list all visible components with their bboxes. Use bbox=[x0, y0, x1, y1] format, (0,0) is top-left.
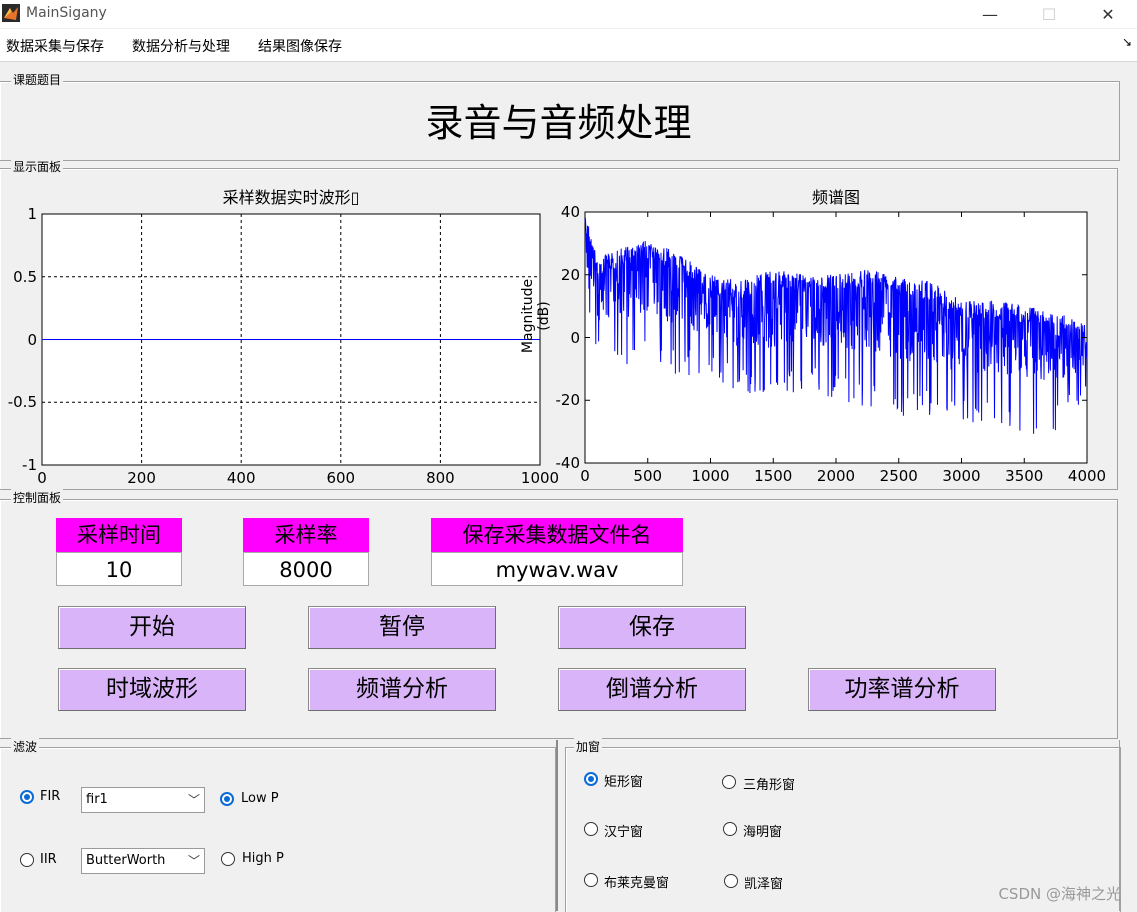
fir-radio[interactable] bbox=[20, 790, 34, 804]
start-button[interactable]: 开始 bbox=[58, 606, 246, 649]
panel-divider bbox=[556, 740, 558, 911]
triangle-window-radio[interactable] bbox=[722, 775, 736, 789]
blackman-window-label: 布莱克曼窗 bbox=[604, 876, 670, 891]
chevron-down-icon: ﹀ bbox=[187, 793, 200, 807]
topic-panel-label: 课题题目 bbox=[11, 71, 64, 88]
kaiser-window-radio[interactable] bbox=[724, 874, 738, 888]
fir-type-value: fir1 bbox=[86, 792, 108, 807]
cepstrum-analysis-button[interactable]: 倒谱分析 bbox=[558, 668, 746, 711]
sample-time-input[interactable]: 10 bbox=[56, 552, 182, 586]
sample-rate-label: 采样率 bbox=[243, 518, 369, 552]
spectrum-xtick-label: 4000 bbox=[1067, 467, 1107, 485]
close-button[interactable]: ✕ bbox=[1085, 0, 1131, 28]
filename-label: 保存采集数据文件名 bbox=[431, 518, 683, 552]
spectrum-ytick-label: 40 bbox=[560, 203, 580, 221]
lowpass-label: Low P bbox=[241, 791, 279, 806]
filter-panel-label: 滤波 bbox=[11, 738, 40, 755]
chevron-down-icon: ﹀ bbox=[187, 854, 200, 868]
spectrum-xtick-label: 3500 bbox=[1005, 467, 1044, 485]
window-panel-label: 加窗 bbox=[574, 738, 603, 755]
spectrum-xtick-label: 0 bbox=[580, 467, 590, 485]
menu-data-analysis[interactable]: 数据分析与处理 bbox=[132, 36, 230, 56]
hamming-window-label: 海明窗 bbox=[743, 825, 783, 840]
hamming-window-radio[interactable] bbox=[723, 822, 737, 836]
toolbar-toggle-icon[interactable]: ↘ bbox=[1122, 35, 1132, 49]
spectrum-xtick-label: 1500 bbox=[754, 467, 793, 485]
rect-window-label: 矩形窗 bbox=[604, 775, 644, 790]
rect-window-radio[interactable] bbox=[584, 772, 598, 786]
filter-panel bbox=[0, 747, 556, 912]
kaiser-window-label: 凯泽窗 bbox=[744, 877, 784, 892]
triangle-window-label: 三角形窗 bbox=[743, 778, 796, 793]
iir-type-value: ButterWorth bbox=[86, 853, 166, 868]
spectrum-ytick-label: 0 bbox=[570, 328, 580, 347]
power-spectrum-button[interactable]: 功率谱分析 bbox=[808, 668, 996, 711]
pause-button[interactable]: 暂停 bbox=[308, 606, 496, 649]
title-bar: MainSigany — ☐ ✕ bbox=[0, 0, 1137, 28]
matlab-app-icon bbox=[2, 4, 20, 22]
iir-label: IIR bbox=[40, 852, 57, 867]
minimize-button[interactable]: — bbox=[967, 0, 1013, 28]
spectrum-ytick-label: -20 bbox=[555, 391, 581, 410]
filename-input[interactable]: mywav.wav bbox=[431, 552, 683, 586]
spectrum-xtick-label: 3000 bbox=[942, 467, 981, 485]
save-button[interactable]: 保存 bbox=[558, 606, 746, 649]
time-domain-button[interactable]: 时域波形 bbox=[58, 668, 246, 711]
lowpass-radio[interactable] bbox=[220, 792, 234, 806]
highpass-label: High P bbox=[242, 851, 284, 866]
highpass-radio[interactable] bbox=[221, 852, 235, 866]
fir-label: FIR bbox=[40, 789, 61, 804]
spectrum-xtick-label: 2000 bbox=[816, 467, 856, 485]
menu-save-image[interactable]: 结果图像保存 bbox=[258, 36, 342, 56]
menu-bar: 数据采集与保存 数据分析与处理 结果图像保存 ↘ bbox=[0, 29, 1137, 62]
fir-type-select[interactable]: fir1 ﹀ bbox=[81, 787, 205, 813]
window-title: MainSigany bbox=[26, 5, 107, 21]
iir-type-select[interactable]: ButterWorth ﹀ bbox=[81, 848, 205, 874]
sample-time-label: 采样时间 bbox=[56, 518, 182, 552]
spectrum-xtick-label: 500 bbox=[633, 467, 663, 485]
spectrum-xtick-label: 1000 bbox=[691, 467, 730, 485]
blackman-window-radio[interactable] bbox=[584, 873, 598, 887]
hanning-window-label: 汉宁窗 bbox=[604, 825, 644, 840]
spectrum-xtick-label: 2500 bbox=[879, 467, 918, 485]
spectrum-ytick-label: 20 bbox=[560, 265, 580, 284]
menu-data-acquisition[interactable]: 数据采集与保存 bbox=[6, 36, 104, 56]
maximize-button[interactable]: ☐ bbox=[1026, 0, 1072, 28]
hanning-window-radio[interactable] bbox=[584, 822, 598, 836]
display-panel-label: 显示面板 bbox=[11, 158, 64, 175]
watermark: CSDN @海神之光 bbox=[998, 885, 1121, 903]
sample-rate-input[interactable]: 8000 bbox=[243, 552, 369, 586]
spectrum-analysis-button[interactable]: 频谱分析 bbox=[308, 668, 496, 711]
control-panel-label: 控制面板 bbox=[11, 489, 64, 506]
topic-title: 录音与音频处理 bbox=[425, 101, 692, 145]
iir-radio[interactable] bbox=[20, 853, 34, 867]
